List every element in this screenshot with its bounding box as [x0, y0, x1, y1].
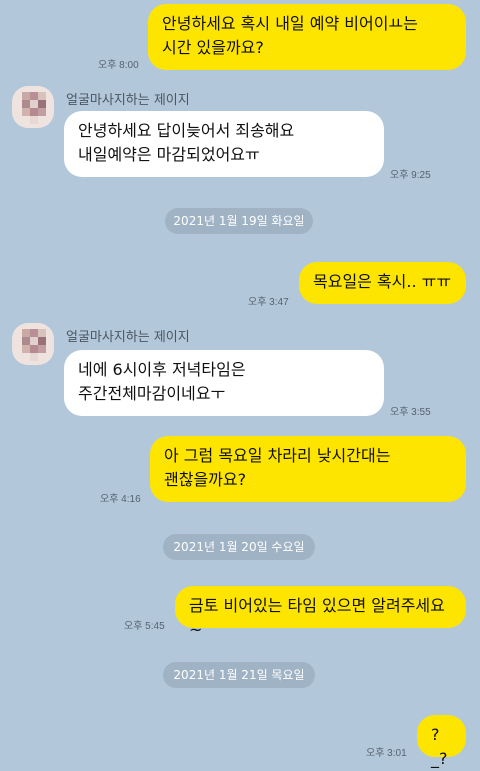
message-time: 오후 4:16	[100, 494, 141, 505]
message-time: 오후 9:25	[390, 170, 431, 181]
message-time: 오후 3:55	[390, 407, 431, 418]
message-bubble-incoming[interactable]: 네에 6시이후 저녁타임은 주간전체마감이네요ㅜ	[64, 350, 384, 416]
message-text: 네에 6시이후 저녁타임은 주간전체마감이네요ㅜ	[78, 360, 246, 403]
message-time: 오후 3:47	[248, 297, 289, 308]
date-divider: 2021년 1월 19일 화요일	[165, 208, 313, 234]
message-time: 오후 3:01	[366, 748, 407, 759]
message-bubble-outgoing[interactable]: 아 그럼 목요일 차라리 낮시간대는 괜찮을까요?	[150, 436, 466, 502]
message-bubble-outgoing[interactable]: 목요일은 혹시.. ㅠㅠ	[299, 262, 466, 304]
message-text: 목요일은 혹시.. ㅠㅠ	[313, 272, 452, 291]
message-time: 오후 8:00	[98, 60, 139, 71]
message-bubble-incoming[interactable]: 안녕하세요 답이늦어서 죄송해요 내일예약은 마감되었어요ㅠ	[64, 111, 384, 177]
sender-name: 얼굴마사지하는 제이지	[66, 93, 190, 108]
message-bubble-outgoing[interactable]: 안녕하세요 혹시 내일 예약 비어이ㅛ는 시간 있을까요?	[148, 4, 466, 70]
date-divider: 2021년 1월 21일 목요일	[163, 662, 315, 688]
avatar[interactable]	[12, 86, 54, 128]
message-text: 금토 비어있는 타임 있으면 알려주세요~	[189, 596, 445, 639]
avatar[interactable]	[12, 323, 54, 365]
sender-name: 얼굴마사지하는 제이지	[66, 330, 190, 345]
message-text: 안녕하세요 혹시 내일 예약 비어이ㅛ는 시간 있을까요?	[162, 14, 418, 57]
message-bubble-outgoing[interactable]: 금토 비어있는 타임 있으면 알려주세요~	[175, 586, 466, 639]
message-text: ?_?	[431, 725, 448, 768]
message-text: 안녕하세요 답이늦어서 죄송해요 내일예약은 마감되었어요ㅠ	[78, 121, 295, 164]
message-text: 아 그럼 목요일 차라리 낮시간대는 괜찮을까요?	[164, 446, 391, 489]
date-divider: 2021년 1월 20일 수요일	[163, 534, 315, 560]
message-bubble-outgoing[interactable]: ?_?	[417, 715, 466, 768]
message-time: 오후 5:45	[124, 621, 165, 632]
